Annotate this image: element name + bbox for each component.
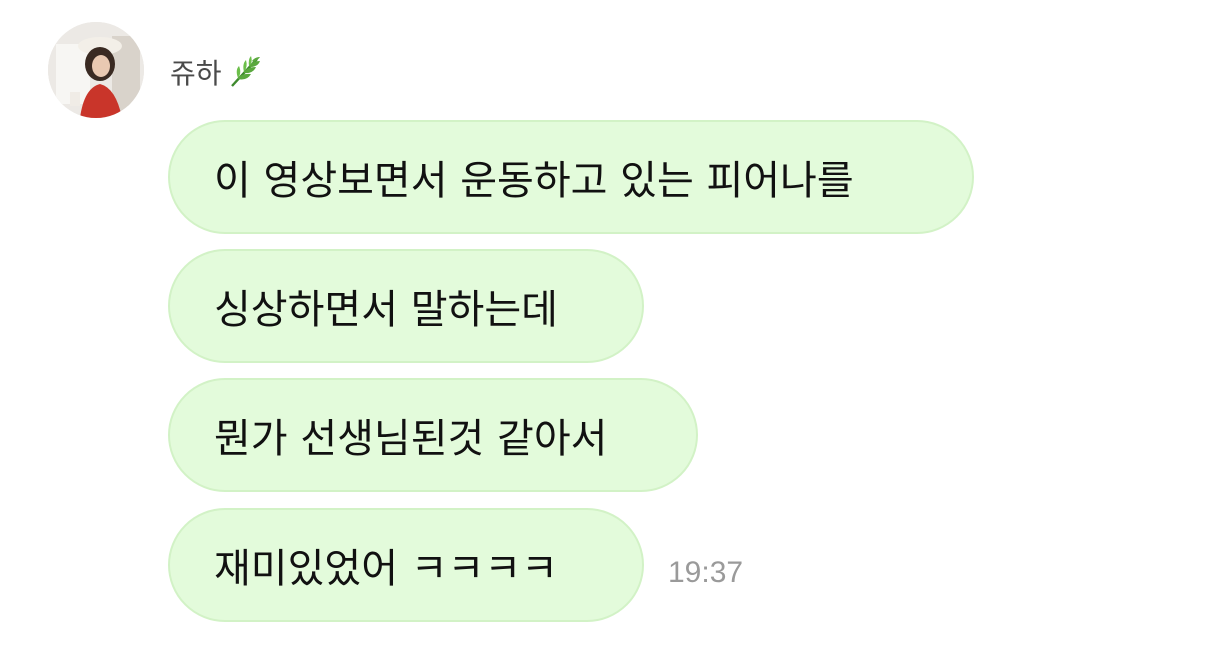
message-text: 이 영상보면서 운동하고 있는 피어나를 (214, 158, 854, 204)
message-text: 싱상하면서 말하는데 (214, 287, 558, 333)
sender-name: 쥬하 (170, 57, 222, 90)
message-bubble[interactable]: 이 영상보면서 운동하고 있는 피어나를 (168, 120, 974, 234)
avatar-photo (48, 22, 144, 118)
message-bubble[interactable]: 싱상하면서 말하는데 (168, 249, 644, 363)
herb-leaf-icon (230, 56, 260, 87)
message-text: 뭔가 선생님된것 같아서 (214, 416, 608, 462)
message-timestamp: 19:37 (668, 556, 744, 589)
message-text: 재미있었어 ㅋㅋㅋㅋ (214, 546, 558, 592)
message-bubble[interactable]: 재미있었어 ㅋㅋㅋㅋ (168, 508, 644, 622)
avatar[interactable] (48, 22, 144, 118)
sender-header: 쥬하 (170, 52, 262, 92)
message-bubble[interactable]: 뭔가 선생님된것 같아서 (168, 378, 698, 492)
